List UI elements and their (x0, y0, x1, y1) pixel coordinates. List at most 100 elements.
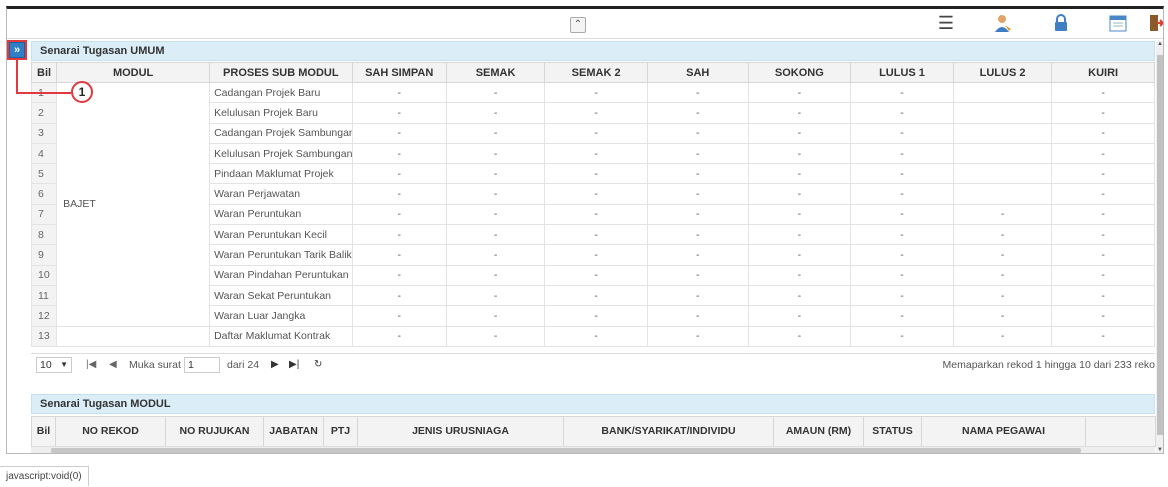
status-count-cell[interactable]: - (646, 203, 749, 226)
status-count-cell[interactable]: - (1051, 244, 1155, 266)
status-count-cell[interactable]: - (850, 183, 954, 205)
sub-module-cell[interactable]: Daftar Maklumat Kontrak (209, 325, 353, 347)
status-count-cell[interactable]: - (747, 122, 852, 144)
status-count-cell[interactable]: - (544, 203, 648, 226)
status-count-cell[interactable]: - (544, 244, 648, 266)
table-row[interactable]: 1BAJETCadangan Projek Baru------- (31, 81, 1155, 327)
status-count-cell[interactable]: - (850, 325, 954, 347)
status-count-cell[interactable]: - (445, 122, 546, 144)
status-count-cell[interactable]: - (850, 142, 954, 165)
status-count-cell[interactable]: - (1051, 163, 1155, 185)
status-count-cell[interactable]: - (747, 142, 852, 165)
sub-module-cell[interactable]: Kelulusan Projek Baru (209, 102, 353, 124)
status-count-cell[interactable]: - (544, 142, 648, 165)
status-count-cell[interactable]: - (646, 244, 749, 266)
status-count-cell[interactable]: - (351, 122, 447, 144)
status-count-cell[interactable]: - (952, 203, 1053, 226)
status-count-cell[interactable]: - (850, 244, 954, 266)
prev-page-icon[interactable]: ◀ (109, 354, 117, 376)
status-count-cell[interactable]: - (747, 203, 852, 226)
column-header[interactable]: SEMAK (445, 62, 546, 83)
sub-module-cell[interactable]: Waran Peruntukan (209, 203, 353, 226)
status-count-cell[interactable]: - (445, 163, 546, 185)
status-count-cell[interactable]: - (850, 305, 954, 327)
status-count-cell[interactable]: - (1051, 284, 1155, 307)
column-header[interactable]: AMAUN (RM) (773, 416, 864, 447)
user-icon[interactable] (992, 13, 1014, 35)
sub-module-cell[interactable]: Waran Pindahan Peruntukan (209, 264, 353, 286)
status-count-cell[interactable]: - (351, 284, 447, 307)
status-count-cell[interactable]: - (1051, 224, 1155, 246)
status-count-cell[interactable]: - (544, 81, 648, 104)
status-count-cell[interactable]: - (544, 264, 648, 286)
page-number-input[interactable]: 1 (184, 357, 220, 373)
status-count-cell[interactable]: - (1051, 305, 1155, 327)
status-count-cell[interactable]: - (850, 264, 954, 286)
sidebar-expand-button[interactable]: » (9, 42, 25, 58)
table-row[interactable]: 13 Daftar Maklumat Kontrak - - - - - - - - (31, 325, 1155, 347)
menu-icon[interactable]: ☰ (935, 13, 957, 35)
status-count-cell[interactable]: - (445, 142, 546, 165)
status-count-cell[interactable]: - (850, 224, 954, 246)
status-count-cell[interactable]: - (445, 183, 546, 205)
status-count-cell[interactable]: - (747, 163, 852, 185)
status-count-cell[interactable]: - (747, 305, 852, 327)
page-size-select[interactable]: 10 ▼ (36, 357, 72, 373)
status-count-cell[interactable]: - (646, 305, 749, 327)
status-count-cell[interactable]: - (646, 325, 749, 347)
status-count-cell[interactable] (952, 183, 1053, 205)
column-header[interactable]: KUIRI (1051, 62, 1155, 83)
lock-icon[interactable] (1050, 13, 1072, 35)
status-count-cell[interactable]: - (646, 81, 749, 104)
status-count-cell[interactable]: - (952, 284, 1053, 307)
sub-module-cell[interactable]: Waran Luar Jangka (209, 305, 353, 327)
scroll-thumb[interactable] (1157, 55, 1163, 435)
status-count-cell[interactable]: - (1051, 102, 1155, 124)
sub-module-cell[interactable]: Cadangan Projek Sambungan (209, 122, 353, 144)
status-count-cell[interactable]: - (850, 203, 954, 226)
status-count-cell[interactable]: - (1051, 81, 1155, 104)
status-count-cell[interactable]: - (544, 163, 648, 185)
status-count-cell[interactable]: - (747, 284, 852, 307)
sub-module-cell[interactable]: Waran Sekat Peruntukan (209, 284, 353, 307)
status-count-cell[interactable]: - (544, 284, 648, 307)
status-count-cell[interactable]: - (351, 203, 447, 226)
sub-module-cell[interactable]: Kelulusan Projek Sambungan (209, 142, 353, 165)
column-header[interactable]: NO RUJUKAN (165, 416, 264, 447)
column-header[interactable]: BANK/SYARIKAT/INDIVIDU (563, 416, 774, 447)
status-count-cell[interactable]: - (1051, 142, 1155, 165)
scroll-up-icon[interactable]: ▲ (1156, 41, 1163, 47)
status-count-cell[interactable]: - (1051, 183, 1155, 205)
scroll-down-icon[interactable]: ▼ (1156, 447, 1163, 453)
status-count-cell[interactable]: - (646, 142, 749, 165)
status-count-cell[interactable]: - (850, 122, 954, 144)
status-count-cell[interactable]: - (445, 203, 546, 226)
status-count-cell[interactable]: - (351, 305, 447, 327)
status-count-cell[interactable]: - (646, 264, 749, 286)
status-count-cell[interactable]: - (351, 102, 447, 124)
column-header[interactable]: LULUS 1 (850, 62, 954, 83)
sub-module-cell[interactable]: Waran Peruntukan Kecil (209, 224, 353, 246)
status-count-cell[interactable]: - (351, 142, 447, 165)
sub-module-cell[interactable]: Pindaan Maklumat Projek (209, 163, 353, 185)
status-count-cell[interactable]: - (445, 81, 546, 104)
status-count-cell[interactable]: - (544, 224, 648, 246)
status-count-cell[interactable]: - (351, 183, 447, 205)
status-count-cell[interactable]: - (445, 305, 546, 327)
column-header[interactable]: Bil (31, 62, 58, 83)
scroll-thumb[interactable] (51, 448, 1081, 453)
status-count-cell[interactable]: - (351, 163, 447, 185)
status-count-cell[interactable]: - (747, 81, 852, 104)
status-count-cell[interactable]: - (646, 163, 749, 185)
last-page-icon[interactable]: ▶| (289, 354, 299, 376)
column-header[interactable]: SAH (646, 62, 749, 83)
status-count-cell[interactable]: - (351, 325, 447, 347)
sub-module-cell[interactable]: Waran Peruntukan Tarik Balik (209, 244, 353, 266)
sub-module-cell[interactable]: Waran Perjawatan (209, 183, 353, 205)
next-page-icon[interactable]: ▶ (271, 354, 279, 376)
status-count-cell[interactable]: - (445, 102, 546, 124)
status-count-cell[interactable]: - (952, 325, 1053, 347)
status-count-cell[interactable]: - (952, 224, 1053, 246)
status-count-cell[interactable] (952, 122, 1053, 144)
status-count-cell[interactable]: - (952, 264, 1053, 286)
